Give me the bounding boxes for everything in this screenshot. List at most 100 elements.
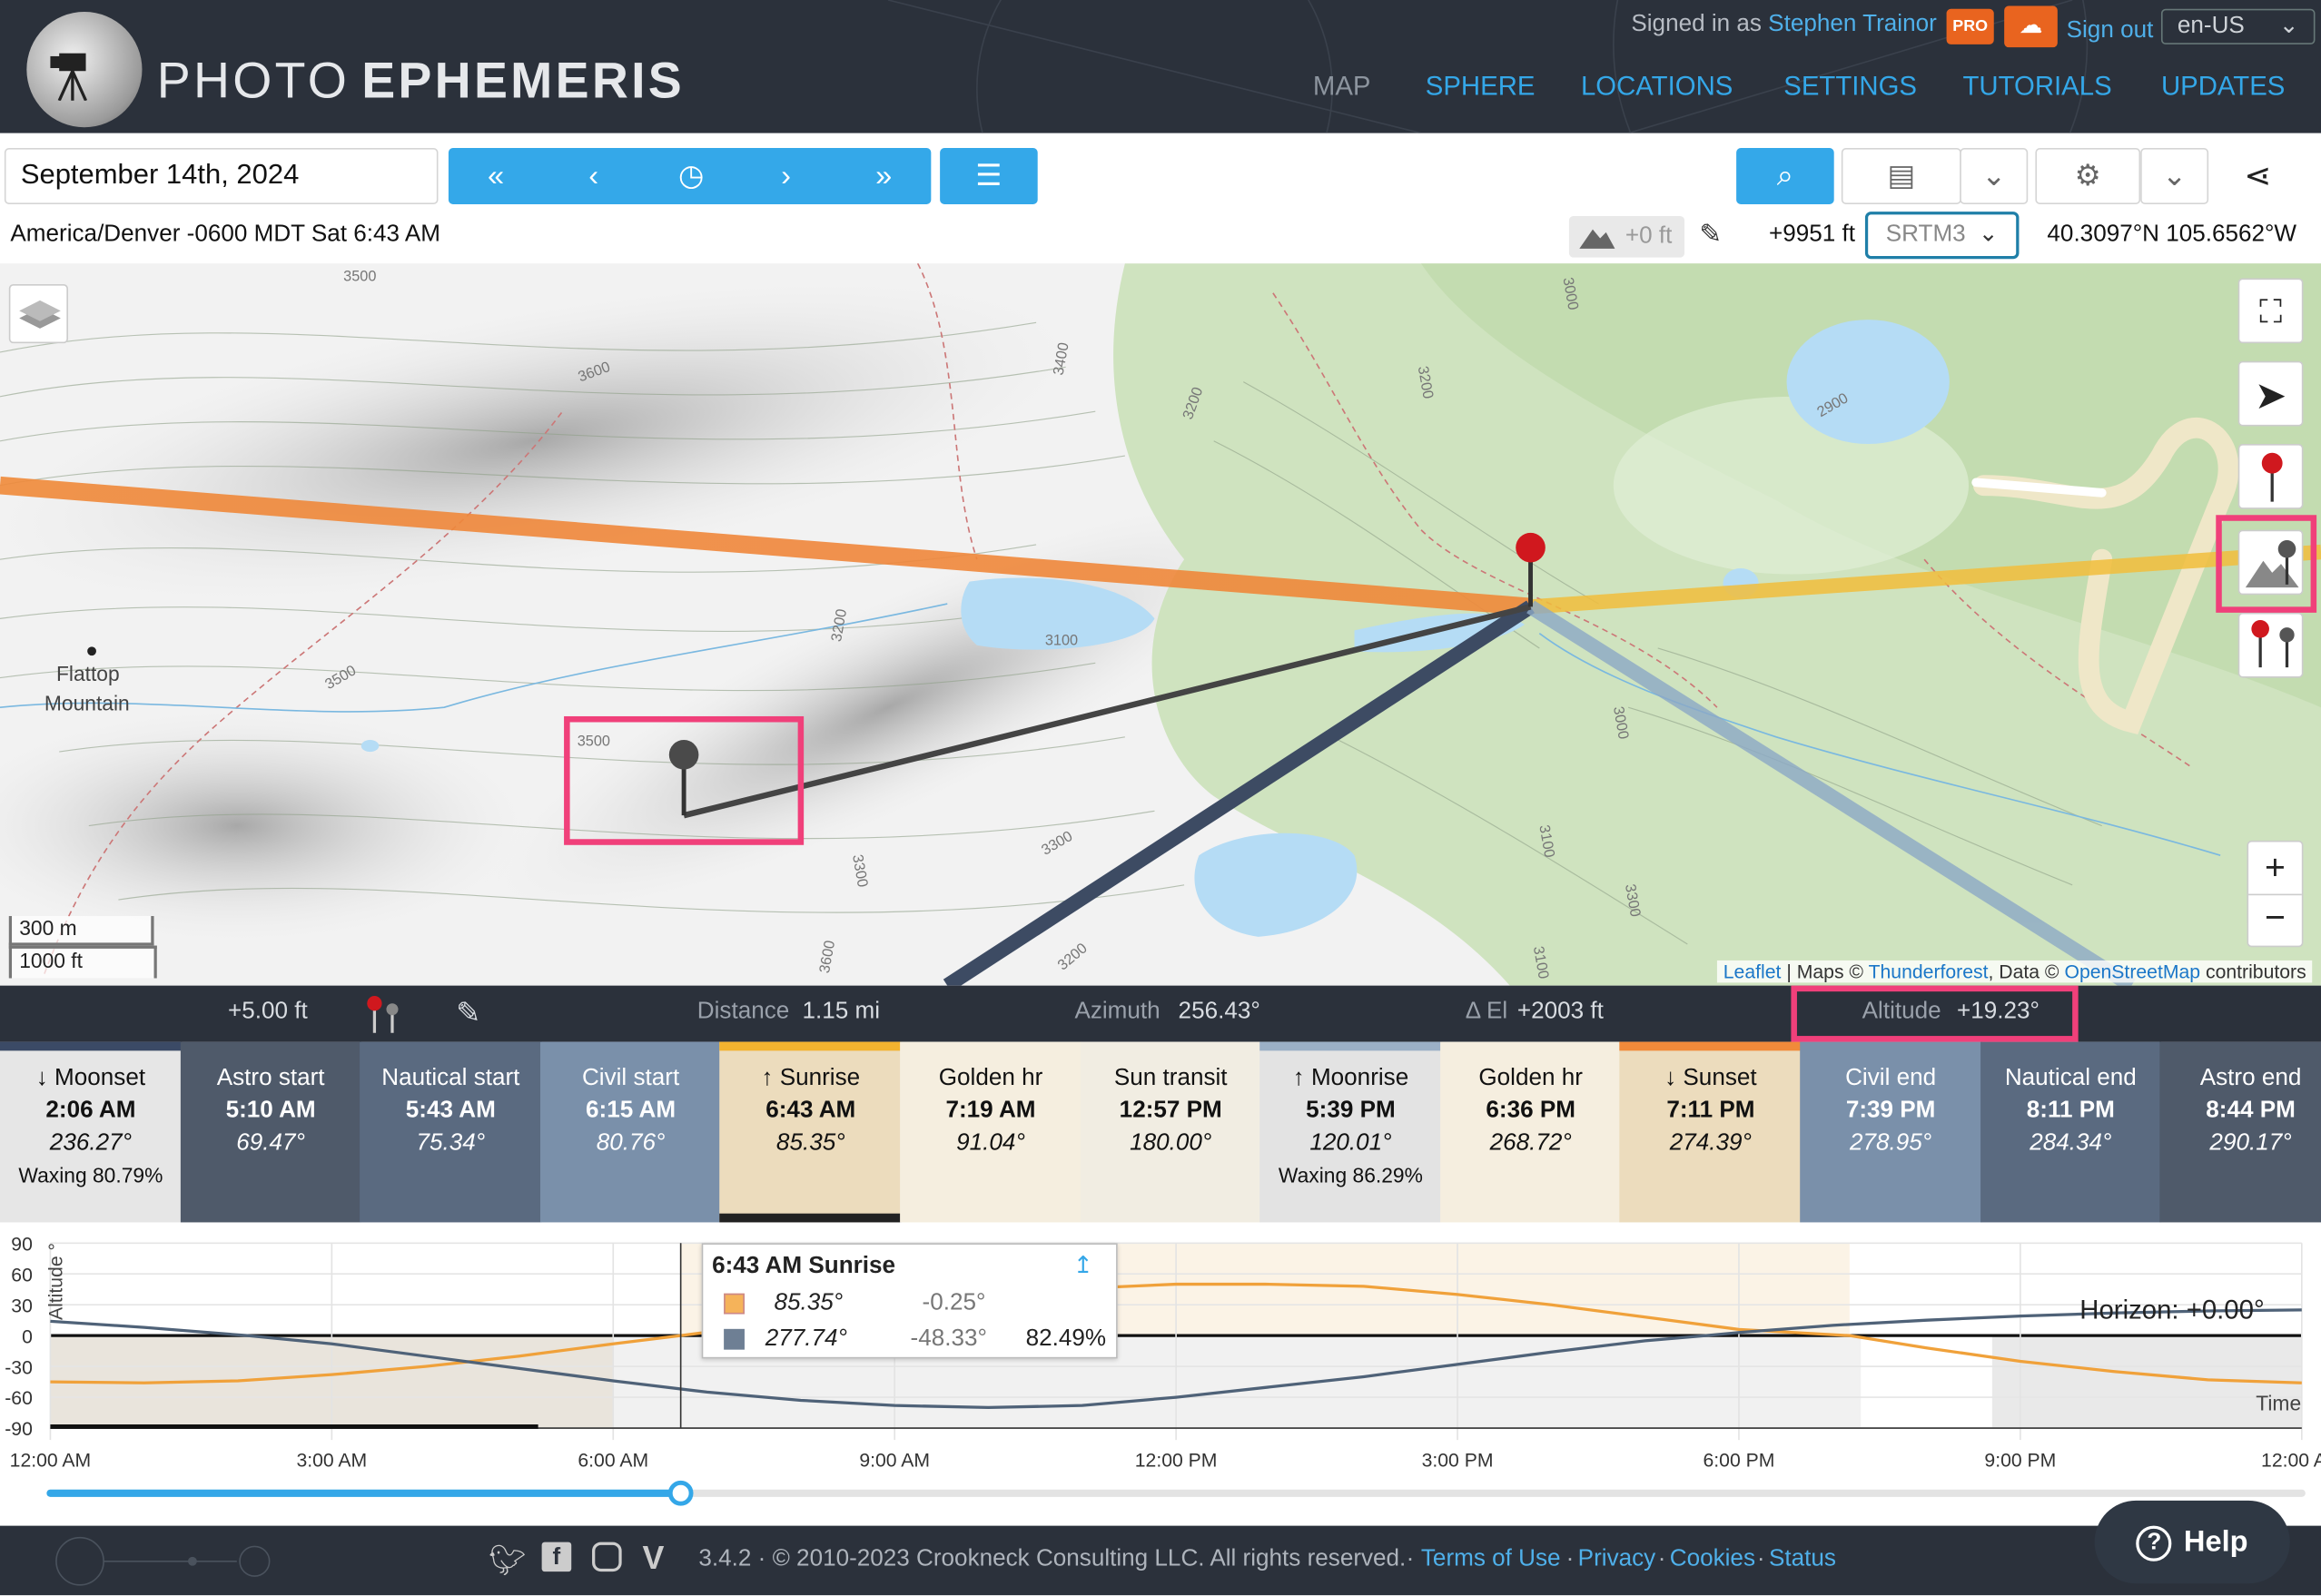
timezone-line: America/Denver -0600 MDT Sat 6:43 AM <box>10 222 440 248</box>
language-select[interactable]: en-US ⌄ <box>2160 8 2316 44</box>
pencil-icon[interactable]: ✎ <box>456 994 480 1031</box>
y-axis-label: Altitude ° <box>44 1243 67 1321</box>
user-link[interactable]: Stephen Trainor <box>1768 12 1937 37</box>
nav-locations[interactable]: LOCATIONS <box>1581 71 1733 102</box>
distance-value: 1.15 mi <box>802 999 881 1025</box>
event-5[interactable]: Golden hr 7:19 AM 91.04° <box>900 1041 1081 1223</box>
x-tick-label: 3:00 PM <box>1422 1450 1494 1471</box>
tooltip-moon-alt: -48.33° <box>910 1325 987 1352</box>
pro-badge: PRO <box>1946 8 1994 44</box>
vimeo-icon[interactable]: V <box>642 1539 664 1577</box>
x-tick-label: 3:00 AM <box>296 1450 367 1471</box>
event-12[interactable]: Astro end 8:44 PM 290.17° <box>2159 1041 2321 1223</box>
nav-settings[interactable]: SETTINGS <box>1783 71 1917 102</box>
search-button[interactable]: ⌕ <box>1736 148 1834 204</box>
drop-pin-icon[interactable] <box>2237 444 2304 509</box>
cookies-link[interactable]: Cookies <box>1670 1546 1755 1572</box>
skip-back-icon[interactable]: « <box>449 148 543 204</box>
event-4[interactable]: ↑ Sunrise 6:43 AM 85.35° <box>719 1041 902 1223</box>
layers-menu-button[interactable]: ▤ <box>1841 148 1961 204</box>
event-az: 85.35° <box>775 1130 845 1157</box>
event-time: 5:10 AM <box>225 1098 316 1124</box>
highlight-secondary-pin <box>564 715 805 845</box>
dem-select[interactable]: SRTM3 ⌄ <box>1864 212 2020 260</box>
event-6[interactable]: Sun transit 12:57 PM 180.00° <box>1080 1041 1262 1223</box>
height-value[interactable]: +5.00 ft <box>228 999 308 1025</box>
sign-out-link[interactable]: Sign out <box>2067 18 2154 44</box>
altitude-chart[interactable]: 90 60 30 0 -30 -60 -90 12:00 AM 3:00 AM 6:00 AM 9:… <box>0 1222 2321 1526</box>
event-9[interactable]: ↓ Sunset 7:11 PM 274.39° <box>1619 1041 1802 1223</box>
event-2[interactable]: Nautical start 5:43 AM 75.34° <box>360 1041 542 1223</box>
event-11[interactable]: Nautical end 8:11 PM 284.34° <box>1980 1041 2162 1223</box>
svg-text:3500: 3500 <box>343 269 376 285</box>
instagram-icon[interactable] <box>592 1542 622 1572</box>
time-slider-knob[interactable] <box>667 1480 694 1506</box>
settings-button[interactable]: ⚙ <box>2035 148 2141 204</box>
y-tick-label: -30 <box>5 1357 33 1378</box>
chevron-down-icon: ⌄ <box>1978 222 1999 248</box>
pins-icon[interactable] <box>360 991 407 1036</box>
map-view[interactable]: 3500 3600 3500 3600 3200 3400 3300 3200 … <box>0 263 2321 986</box>
event-az: 180.00° <box>1130 1130 1212 1157</box>
zoom-in-button[interactable]: + <box>2248 842 2302 896</box>
leaflet-link[interactable]: Leaflet <box>1723 961 1782 982</box>
event-time: 7:19 AM <box>945 1098 1036 1124</box>
logo-icon <box>26 12 143 128</box>
height-offset[interactable]: +0 ft <box>1568 215 1685 258</box>
event-7[interactable]: ↑ Moonrise 5:39 PM 120.01° Waxing 86.29% <box>1259 1041 1442 1223</box>
event-1[interactable]: Astro start 5:10 AM 69.47° <box>180 1041 362 1223</box>
event-name: ↓ Moonset <box>35 1065 146 1091</box>
horizon-label: Horizon: +0.00° <box>2079 1295 2265 1325</box>
list-button[interactable]: ☰ <box>940 148 1038 204</box>
altitude-chart-svg: 90 60 30 0 -30 -60 -90 12:00 AM 3:00 AM 6:00 AM 9:… <box>5 1234 2321 1506</box>
locate-icon[interactable]: ➤ <box>2237 360 2304 427</box>
share-icon[interactable]: ⋖ <box>2244 157 2271 195</box>
event-name: Nautical end <box>2004 1065 2137 1091</box>
skip-forward-icon[interactable]: » <box>836 148 931 204</box>
event-0[interactable]: ↓ Moonset 2:06 AM 236.27° Waxing 80.79% <box>0 1041 182 1223</box>
layers-control[interactable] <box>8 283 68 344</box>
step-forward-icon[interactable]: › <box>738 148 833 204</box>
brand-title[interactable]: PHOTO EPHEMERIS <box>157 54 685 112</box>
facebook-icon[interactable]: f <box>541 1542 572 1572</box>
step-back-icon[interactable]: ‹ <box>547 148 641 204</box>
tooltip-moon-illum: 82.49% <box>1025 1325 1107 1352</box>
place-label-line2: Mountain <box>44 691 130 714</box>
pencil-icon[interactable]: ✎ <box>1699 219 1722 250</box>
zoom-out-button[interactable]: − <box>2248 895 2302 945</box>
azimuth-label: Azimuth <box>1074 999 1160 1025</box>
layers-dropdown[interactable]: ⌄ <box>1960 148 2029 204</box>
x-tick-label: 12:00 AM <box>10 1450 92 1471</box>
toolbar: September 14th, 2024 « ‹ ◷ › » ☰ ⌕ ▤ ⌄ ⚙… <box>0 133 2321 264</box>
event-az: 75.34° <box>416 1130 486 1157</box>
thunderforest-link[interactable]: Thunderforest <box>1869 961 1989 982</box>
clock-icon[interactable]: ◷ <box>644 148 738 204</box>
settings-dropdown[interactable]: ⌄ <box>2140 148 2209 204</box>
two-pins-icon[interactable] <box>2237 612 2304 678</box>
date-input[interactable]: September 14th, 2024 <box>4 148 439 204</box>
event-time: 7:39 PM <box>1845 1098 1936 1124</box>
list-icon: ☰ <box>975 160 1002 192</box>
svg-text:3100: 3100 <box>1045 633 1078 649</box>
chevron-down-icon: ⌄ <box>2278 13 2299 39</box>
nav-tutorials[interactable]: TUTORIALS <box>1963 71 2112 102</box>
event-az: 290.17° <box>2209 1130 2292 1157</box>
help-button[interactable]: ? Help <box>2094 1500 2290 1584</box>
nav-map[interactable]: MAP <box>1313 71 1371 102</box>
event-3[interactable]: Civil start 6:15 AM 80.76° <box>539 1041 722 1223</box>
status-link[interactable]: Status <box>1769 1546 1836 1572</box>
event-time: 7:11 PM <box>1666 1098 1755 1124</box>
nav-updates[interactable]: UPDATES <box>2161 71 2285 102</box>
twitter-icon[interactable]: 🐦︎ <box>489 1542 526 1580</box>
delta-el-label: Δ El <box>1465 999 1508 1025</box>
terms-link[interactable]: Terms of Use <box>1421 1546 1561 1572</box>
azimuth-value: 256.43° <box>1178 999 1260 1025</box>
fullscreen-icon[interactable]: ⛶ <box>2237 278 2304 344</box>
cloud-sync-icon[interactable]: ☁ <box>2004 5 2058 48</box>
search-icon: ⌕ <box>1776 160 1794 192</box>
event-8[interactable]: Golden hr 6:36 PM 268.72° <box>1439 1041 1622 1223</box>
event-10[interactable]: Civil end 7:39 PM 278.95° <box>1800 1041 1982 1223</box>
nav-sphere[interactable]: SPHERE <box>1426 71 1536 102</box>
osm-link[interactable]: OpenStreetMap <box>2064 961 2200 982</box>
privacy-link[interactable]: Privacy <box>1578 1546 1656 1572</box>
